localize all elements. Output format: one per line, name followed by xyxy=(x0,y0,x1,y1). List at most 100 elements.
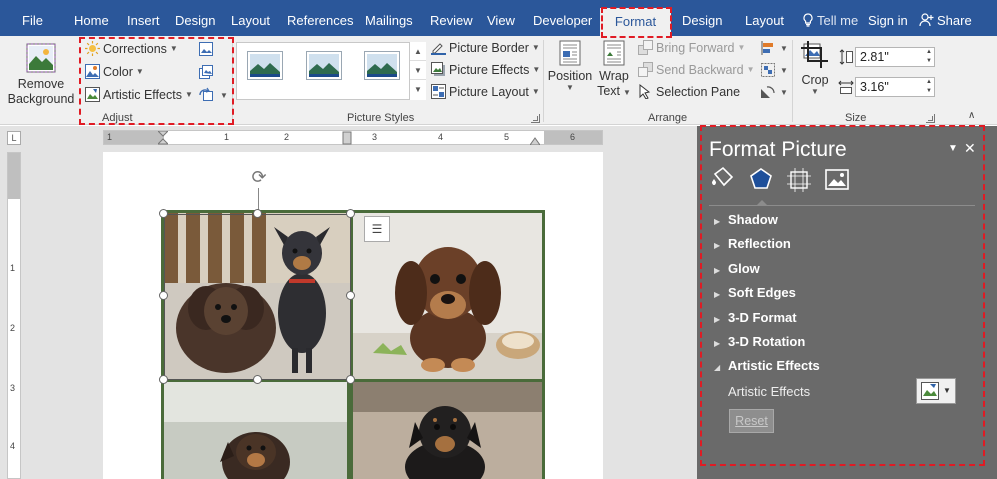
picture-style-option[interactable] xyxy=(248,52,282,79)
color-button[interactable]: Color ▼ xyxy=(85,64,144,79)
picture-border-button[interactable]: Picture Border ▼ xyxy=(431,40,540,55)
tab-references[interactable]: References xyxy=(287,13,353,28)
column-marker-icon[interactable] xyxy=(342,131,352,145)
share-label: Share xyxy=(937,13,972,28)
picture-style-option[interactable] xyxy=(365,52,399,79)
picture-styles-gallery xyxy=(236,42,426,100)
align-icon[interactable] xyxy=(760,40,776,56)
remove-background-button[interactable]: Remove Background xyxy=(6,40,76,106)
reset-button[interactable]: Reset xyxy=(729,409,774,433)
effects-pentagon-icon[interactable] xyxy=(747,166,775,194)
height-value: 2.81" xyxy=(860,50,889,64)
resize-handle-sw[interactable] xyxy=(159,375,168,384)
change-picture-icon[interactable] xyxy=(198,64,214,80)
gallery-scroll[interactable]: ▲ ▼ ▼ xyxy=(409,42,426,100)
picture-layout-button[interactable]: Picture Layout ▼ xyxy=(431,84,540,99)
close-icon[interactable]: ✕ xyxy=(964,140,976,157)
section-label: Glow xyxy=(728,261,760,276)
chevron-down-icon[interactable]: ▼ xyxy=(780,66,788,75)
tab-layout[interactable]: Layout xyxy=(231,13,270,28)
picture-style-option[interactable] xyxy=(307,52,341,79)
expand-arrow-icon: ▶ xyxy=(714,315,721,324)
chevron-down-icon[interactable]: ▼ xyxy=(780,88,788,97)
landscape-thumbnail-icon xyxy=(309,54,339,77)
reset-picture-icon[interactable] xyxy=(198,87,214,103)
height-input[interactable]: 2.81" ▲ ▼ xyxy=(855,47,935,67)
artistic-effects-dropdown[interactable]: ▼ xyxy=(916,378,956,404)
resize-handle-s[interactable] xyxy=(253,375,262,384)
selection-pane-icon xyxy=(639,84,651,99)
adjust-group-label: Adjust xyxy=(102,112,133,124)
gallery-down-icon[interactable]: ▼ xyxy=(410,61,426,80)
section-reflection[interactable]: ▶ Reflection xyxy=(714,236,791,251)
tab-selector-icon[interactable]: L xyxy=(7,131,21,145)
tab-picture-layout[interactable]: Layout xyxy=(745,13,784,28)
tell-me-search[interactable]: Tell me xyxy=(802,13,858,28)
horizontal-ruler[interactable]: 1 1 2 3 4 5 6 xyxy=(103,130,603,145)
photo-puppy-bottom[interactable] xyxy=(353,382,542,479)
dog-lying-image xyxy=(164,382,347,479)
picture-styles-launcher-icon[interactable] xyxy=(531,114,540,123)
rotate-handle-icon[interactable]: ⟳ xyxy=(249,167,269,187)
layout-properties-icon[interactable] xyxy=(785,166,813,194)
sign-in-link[interactable]: Sign in xyxy=(868,13,908,28)
send-backward-label: Send Backward xyxy=(656,62,744,77)
section-soft-edges[interactable]: ▶ Soft Edges xyxy=(714,285,796,300)
gallery-up-icon[interactable]: ▲ xyxy=(410,42,426,61)
tab-design[interactable]: Design xyxy=(175,13,215,28)
right-indent-marker-icon[interactable] xyxy=(530,135,540,145)
tab-home[interactable]: Home xyxy=(74,13,109,28)
fill-line-icon[interactable] xyxy=(709,166,737,194)
chevron-down-icon[interactable]: ▼ xyxy=(780,44,788,53)
section-artistic-effects[interactable]: ◢ Artistic Effects xyxy=(714,358,820,373)
group-objects-icon[interactable] xyxy=(760,62,776,78)
artistic-effects-label: Artistic Effects xyxy=(103,87,182,102)
photo-dog-lying[interactable] xyxy=(164,382,347,479)
section-shadow[interactable]: ▶ Shadow xyxy=(714,212,778,227)
section-3d-rotation[interactable]: ▶ 3-D Rotation xyxy=(714,334,805,349)
bring-forward-button[interactable]: Bring Forward ▼ xyxy=(638,40,745,55)
indent-marker-icon[interactable] xyxy=(158,131,168,145)
gallery-more-icon[interactable]: ▼ xyxy=(410,80,426,99)
tab-review[interactable]: Review xyxy=(430,13,473,28)
artistic-effects-button[interactable]: Artistic Effects ▼ xyxy=(85,87,193,102)
corrections-button[interactable]: Corrections ▼ xyxy=(85,41,178,56)
wrap-text-button[interactable]: Wrap Text ▼ xyxy=(594,40,634,100)
tab-developer[interactable]: Developer xyxy=(533,13,592,28)
size-launcher-icon[interactable] xyxy=(926,114,935,123)
section-3d-format[interactable]: ▶ 3-D Format xyxy=(714,310,797,325)
resize-handle-se[interactable] xyxy=(346,375,355,384)
section-glow[interactable]: ▶ Glow xyxy=(714,261,760,276)
collapse-ribbon-icon[interactable]: ∧ xyxy=(968,110,975,121)
compress-pictures-icon[interactable] xyxy=(198,41,214,57)
chevron-down-icon[interactable]: ▼ xyxy=(220,91,228,100)
pane-options-icon[interactable]: ▼ xyxy=(948,143,958,154)
resize-handle-nw[interactable] xyxy=(159,209,168,218)
share-button[interactable]: Share xyxy=(919,13,972,28)
picture-effects-button[interactable]: Picture Effects ▼ xyxy=(431,62,540,77)
rotate-objects-icon[interactable] xyxy=(760,84,776,100)
position-button[interactable]: Position ▼ xyxy=(547,40,593,92)
resize-handle-ne[interactable] xyxy=(346,209,355,218)
chevron-down-icon: ▼ xyxy=(811,87,819,96)
width-input[interactable]: 3.16" ▲ ▼ xyxy=(855,77,935,97)
resize-handle-w[interactable] xyxy=(159,291,168,300)
tab-insert[interactable]: Insert xyxy=(127,13,160,28)
tab-mailings[interactable]: Mailings xyxy=(365,13,413,28)
width-stepper-icon[interactable]: ▲ ▼ xyxy=(926,78,932,96)
send-backward-button[interactable]: Send Backward ▼ xyxy=(638,62,754,77)
resize-handle-e[interactable] xyxy=(346,291,355,300)
tab-picture-design[interactable]: Design xyxy=(682,13,722,28)
picture-icon[interactable] xyxy=(823,166,851,194)
tab-view[interactable]: View xyxy=(487,13,515,28)
resize-handle-n[interactable] xyxy=(253,209,262,218)
arrange-group-label: Arrange xyxy=(648,112,688,124)
tab-file[interactable]: File xyxy=(22,13,43,28)
selection-pane-button[interactable]: Selection Pane xyxy=(638,84,740,99)
tab-format[interactable]: Format xyxy=(600,8,671,36)
crop-button[interactable]: Crop ▼ xyxy=(797,40,833,96)
ruler-tick: 4 xyxy=(10,441,16,451)
vertical-ruler[interactable]: 1 2 3 4 xyxy=(7,152,21,479)
layout-options-icon[interactable]: ☰ xyxy=(364,216,390,242)
height-stepper-icon[interactable]: ▲ ▼ xyxy=(926,48,932,66)
